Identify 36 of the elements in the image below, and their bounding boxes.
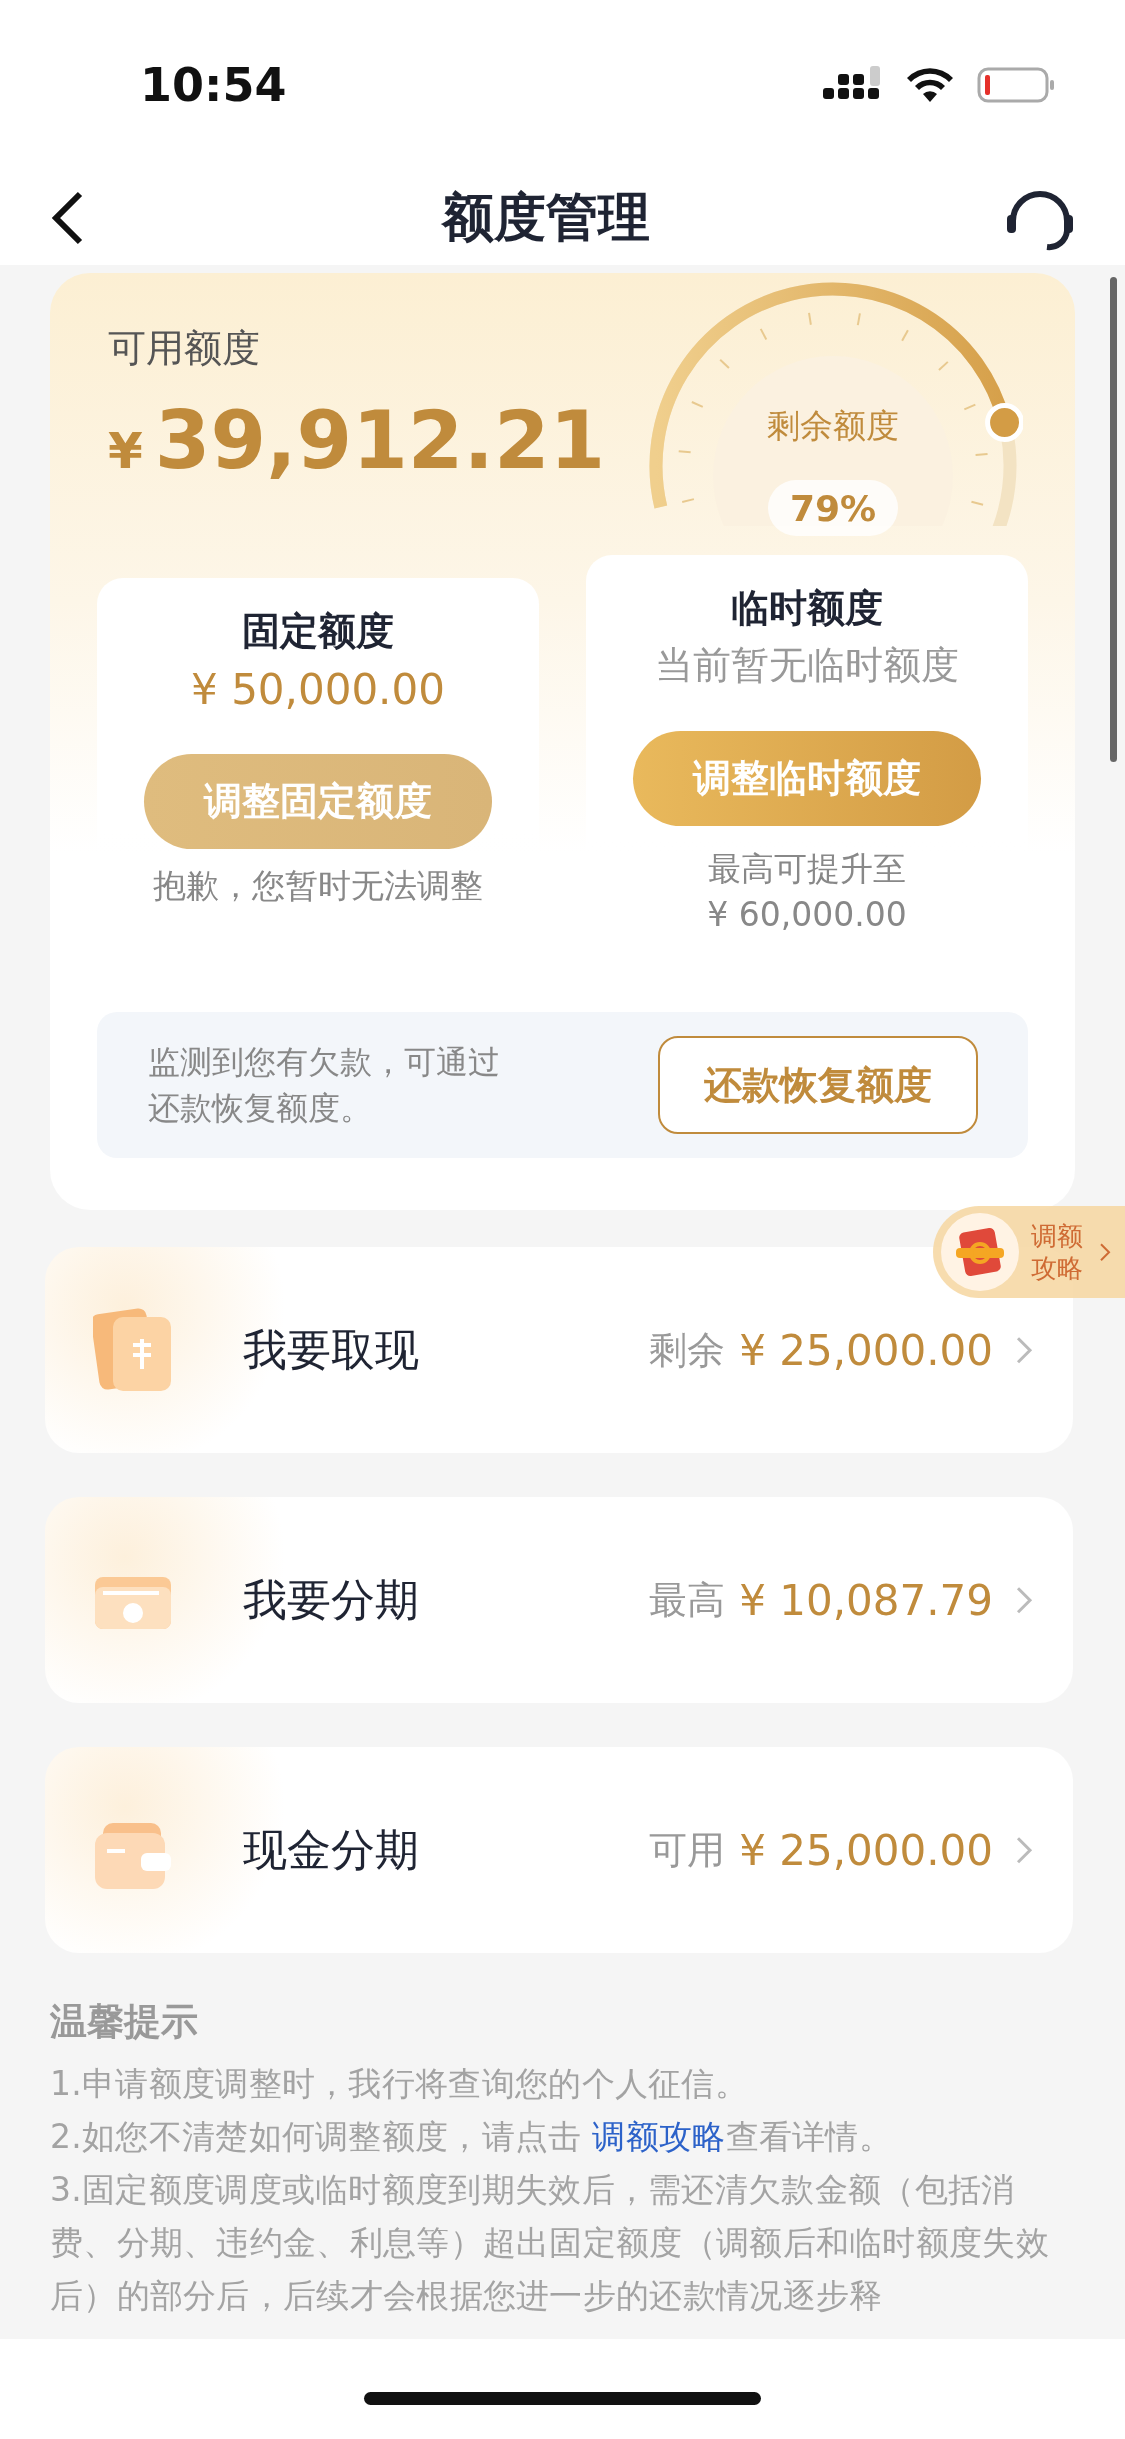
notice-text: 监测到您有欠款，可通过还款恢复额度。 (148, 1042, 501, 1129)
page-title: 额度管理 (441, 185, 650, 249)
tip-text: 2.如您不清楚如何调整额度，请点击 调额攻略查看详情。 (50, 2116, 894, 2158)
battery-icon (977, 66, 1055, 104)
action-prefix: 可用 (649, 1826, 726, 1874)
fixed-quota-amount: ¥ 50,000.00 (191, 665, 445, 714)
wifi-icon (905, 66, 955, 104)
temporary-quota-note: 最高可提升至 (708, 848, 906, 890)
action-card[interactable]: 现金分期 可用 ¥ 25,000.00 (45, 1747, 1073, 1953)
action-amount: ¥ 25,000.00 (739, 1325, 993, 1375)
currency-symbol: ¥ (108, 422, 143, 480)
available-label: 可用额度 (108, 325, 261, 372)
action-amount: ¥ 10,087.79 (739, 1575, 993, 1625)
guide-tag[interactable]: 调额攻略 (933, 1206, 1125, 1298)
temporary-quota-title: 临时额度 (731, 585, 883, 632)
status-time: 10:54 (140, 58, 287, 112)
available-amount: 39,912.21 (154, 394, 606, 487)
chevron-icon (1099, 1241, 1111, 1263)
action-prefix: 剩余 (649, 1326, 726, 1374)
action-amount: ¥ 25,000.00 (739, 1825, 993, 1875)
tips-title: 温馨提示 (50, 1999, 199, 2045)
tip-text: 3.固定额度调度或临时额度到期失效后，需还清欠款金额（包括消费、分期、违约金、利息等）超出固定额度（调额后和临时额度失效后）的部分后，后续才会根据您进一步的还款情况逐步释 (50, 2169, 1050, 2317)
fixed-quota-title: 固定额度 (242, 608, 394, 655)
guide-link[interactable]: 调额攻略 (592, 2117, 726, 2156)
action-card[interactable]: 我要分期 最高 ¥ 10,087.79 (45, 1497, 1073, 1703)
gauge-label: 剩余额度 (766, 405, 900, 447)
repay-button[interactable]: 还款恢复额度 (658, 1036, 978, 1134)
gauge-percent: 79% (768, 480, 898, 536)
action-title: 现金分期 (243, 1822, 420, 1877)
tip-text: 1.申请额度调整时，我行将查询您的个人征信。 (50, 2063, 750, 2105)
temporary-quota-status: 当前暂无临时额度 (655, 642, 959, 689)
action-prefix: 最高 (649, 1576, 726, 1624)
action-title: 我要取现 (243, 1322, 420, 1377)
temporary-quota-note: ¥ 60,000.00 (707, 894, 907, 936)
action-title: 我要分期 (243, 1572, 420, 1627)
fixed-quota-note: 抱歉，您暂时无法调整 (153, 865, 483, 907)
